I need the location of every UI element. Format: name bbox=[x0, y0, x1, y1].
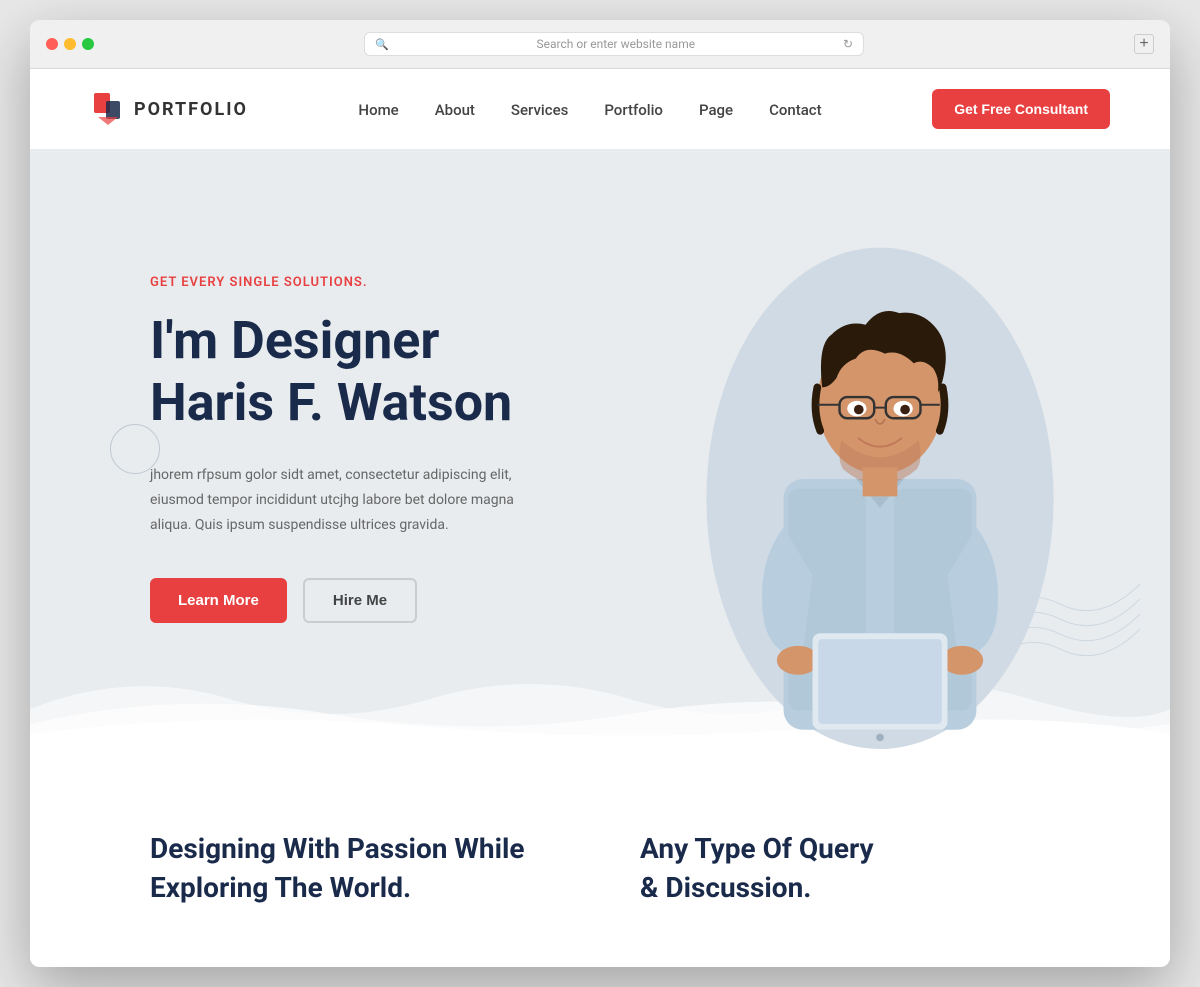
hero-content: GET EVERY SINGLE SOLUTIONS. I'm Designer… bbox=[150, 275, 670, 623]
logo-icon bbox=[90, 91, 126, 127]
nav-item-about[interactable]: About bbox=[435, 101, 475, 119]
new-tab-button[interactable]: + bbox=[1134, 34, 1154, 54]
hero-title-line2: Haris F. Watson bbox=[150, 372, 512, 433]
hire-me-button[interactable]: Hire Me bbox=[303, 578, 417, 623]
hero-description: jhorem rfpsum golor sidt amet, consectet… bbox=[150, 463, 530, 539]
nav-item-page[interactable]: Page bbox=[699, 101, 733, 119]
hero-person-image bbox=[670, 189, 1090, 749]
hero-buttons: Learn More Hire Me bbox=[150, 578, 670, 623]
bottom-left: Designing With Passion While Exploring T… bbox=[150, 829, 560, 907]
hero-section: GET EVERY SINGLE SOLUTIONS. I'm Designer… bbox=[30, 149, 1170, 749]
search-icon: 🔍 bbox=[375, 38, 389, 51]
bottom-left-line2: Exploring The World. bbox=[150, 871, 411, 904]
close-button[interactable] bbox=[46, 38, 58, 50]
logo: PORTFOLIO bbox=[90, 91, 248, 127]
browser-window: 🔍 Search or enter website name ↻ + PORTF… bbox=[30, 20, 1170, 967]
maximize-button[interactable] bbox=[82, 38, 94, 50]
nav-item-contact[interactable]: Contact bbox=[769, 101, 822, 119]
bottom-left-heading: Designing With Passion While Exploring T… bbox=[150, 829, 560, 907]
bottom-right-line1: Any Type Of Query bbox=[640, 832, 874, 865]
navbar: PORTFOLIO Home About Services Portfolio … bbox=[30, 69, 1170, 149]
nav-menu: Home About Services Portfolio Page Conta… bbox=[358, 100, 821, 119]
address-bar-text: Search or enter website name bbox=[395, 37, 837, 51]
nav-item-home[interactable]: Home bbox=[358, 101, 398, 119]
traffic-lights bbox=[46, 38, 94, 50]
hero-title: I'm Designer Haris F. Watson bbox=[150, 310, 670, 435]
bottom-left-line1: Designing With Passion While bbox=[150, 832, 525, 865]
bottom-section: Designing With Passion While Exploring T… bbox=[30, 749, 1170, 967]
bottom-right-heading: Any Type Of Query & Discussion. bbox=[640, 829, 1050, 907]
refresh-icon[interactable]: ↻ bbox=[843, 37, 853, 51]
bottom-right-line2: & Discussion. bbox=[640, 871, 811, 904]
browser-chrome: 🔍 Search or enter website name ↻ + bbox=[30, 20, 1170, 69]
bottom-right: Any Type Of Query & Discussion. bbox=[640, 829, 1050, 907]
nav-item-portfolio[interactable]: Portfolio bbox=[604, 101, 663, 119]
website-content: PORTFOLIO Home About Services Portfolio … bbox=[30, 69, 1170, 967]
hero-subtitle: GET EVERY SINGLE SOLUTIONS. bbox=[150, 275, 670, 290]
minimize-button[interactable] bbox=[64, 38, 76, 50]
learn-more-button[interactable]: Learn More bbox=[150, 578, 287, 623]
address-bar[interactable]: 🔍 Search or enter website name ↻ bbox=[364, 32, 864, 56]
logo-text: PORTFOLIO bbox=[134, 99, 248, 120]
person-svg bbox=[700, 209, 1060, 749]
nav-item-services[interactable]: Services bbox=[511, 101, 568, 119]
cta-button[interactable]: Get Free Consultant bbox=[932, 89, 1110, 129]
hero-title-line1: I'm Designer bbox=[150, 310, 439, 371]
